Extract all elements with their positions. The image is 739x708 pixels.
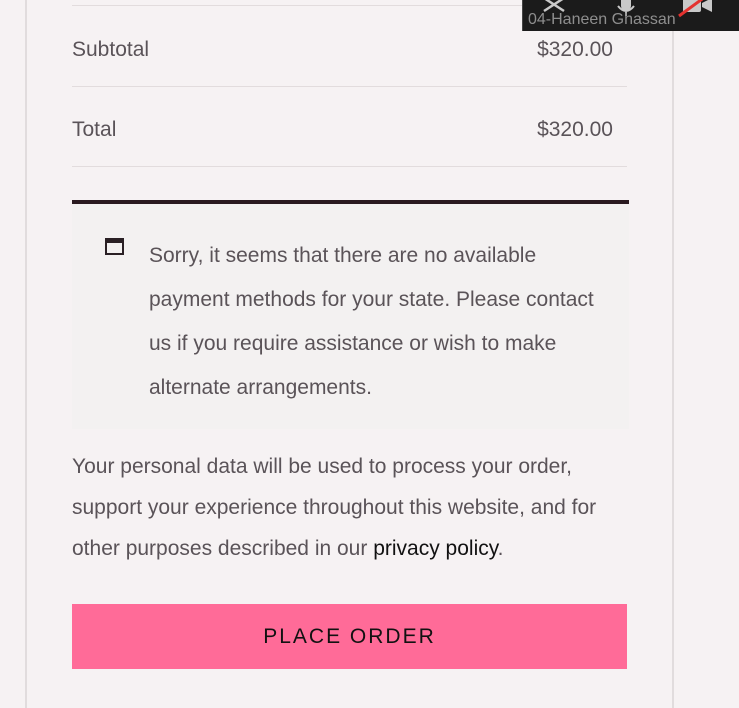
video-off-icon[interactable]	[678, 0, 712, 18]
video-call-overlay: 04-Haneen Ghassan	[522, 0, 739, 31]
privacy-text: Your personal data will be used to proce…	[72, 455, 597, 560]
payment-notice: Sorry, it seems that there are no availa…	[72, 200, 629, 429]
close-icon[interactable]	[543, 0, 565, 13]
privacy-notice: Your personal data will be used to proce…	[72, 446, 632, 569]
privacy-text-end: .	[497, 537, 504, 560]
subtotal-value: $320.00	[537, 38, 613, 61]
total-value: $320.00	[537, 118, 613, 141]
privacy-policy-link[interactable]: privacy policy	[373, 537, 497, 560]
content-left-border	[25, 0, 27, 708]
participant-name: 04-Haneen Ghassan	[528, 11, 676, 28]
subtotal-label: Subtotal	[72, 38, 150, 61]
total-label: Total	[72, 118, 117, 141]
payment-notice-message: Sorry, it seems that there are no availa…	[149, 244, 594, 399]
place-order-button[interactable]: PLACE ORDER	[72, 604, 627, 669]
window-icon	[105, 238, 124, 255]
content-right-border	[672, 0, 674, 708]
total-row: Total $320.00	[72, 86, 627, 167]
